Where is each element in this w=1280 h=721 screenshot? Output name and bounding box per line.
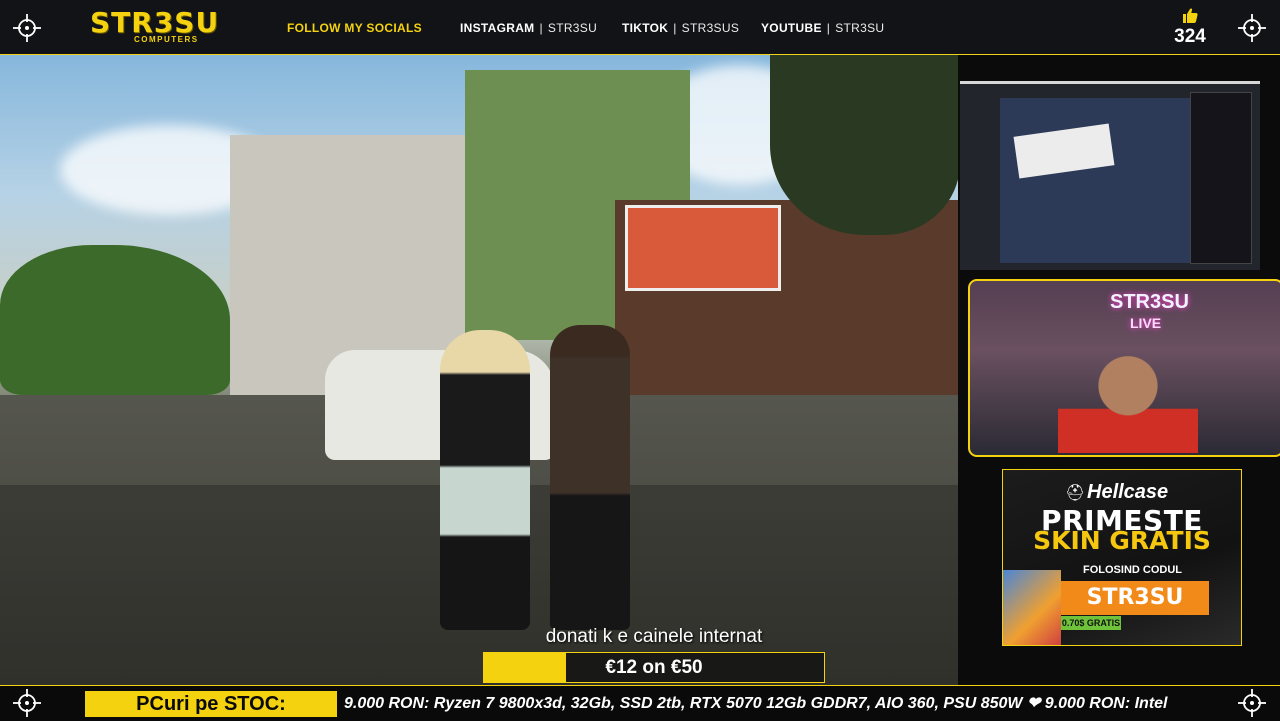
pc-case [1190, 92, 1252, 264]
helmet-icon: ⛑ [1065, 485, 1086, 502]
crosshair-icon [13, 689, 41, 717]
likes-count: 324 [1174, 26, 1206, 47]
neon-sign-live: LIVE [1130, 315, 1162, 331]
tree [770, 55, 958, 235]
stream-video [0, 55, 958, 685]
ticker-text: 9.000 RON: Ryzen 7 9800x3d, 32Gb, SSD 2t… [344, 695, 1168, 712]
bottom-ticker: PCuri pe STOC: 9.000 RON: Ryzen 7 9800x3… [0, 685, 1280, 721]
crosshair-icon [13, 14, 41, 42]
crosshair-icon [1238, 689, 1266, 717]
webcam-feed: STR3SU LIVE [968, 279, 1280, 457]
top-bar: STR3SU COMPUTERS FOLLOW MY SOCIALS INSTA… [0, 0, 1280, 55]
social-platform: TIKTOK [622, 21, 669, 35]
brand-logo: STR3SU COMPUTERS [90, 8, 240, 48]
desk-camera [960, 81, 1260, 270]
social-youtube[interactable]: YOUTUBE | STR3SU [761, 21, 884, 35]
sponsor-ad[interactable]: Hellcase ⛑ PRIMESTE SKIN GRATIS FOLOSIND… [1002, 469, 1242, 646]
goal-text: €12 on €50 [605, 657, 703, 678]
walking-person [440, 330, 530, 630]
streamer [1058, 341, 1198, 453]
donation-goal-bar: €12 on €50 [483, 652, 825, 683]
social-platform: INSTAGRAM [460, 21, 535, 35]
ad-artwork [1003, 570, 1061, 645]
social-platform: YOUTUBE [761, 21, 822, 35]
ticker-label: PCuri pe STOC: [85, 691, 337, 717]
likes-counter: 324 [1170, 8, 1210, 48]
logo-subtext: COMPUTERS [134, 35, 199, 44]
ad-instruction: FOLOSIND CODUL [1083, 564, 1182, 576]
social-tiktok[interactable]: TIKTOK | STR3SUS [622, 21, 739, 35]
tree [0, 245, 230, 395]
ad-brand: Hellcase [1087, 481, 1169, 503]
logo-text: STR3SU [90, 6, 220, 39]
thumbs-up-icon [1170, 8, 1210, 26]
ad-promo-code: STR3SU [1061, 581, 1209, 615]
separator: | [673, 21, 677, 35]
follow-label: FOLLOW MY SOCIALS [287, 21, 422, 35]
walking-person [550, 325, 630, 630]
separator: | [826, 21, 831, 35]
social-handle: STR3SUS [681, 21, 740, 35]
neon-sign: STR3SU [1110, 291, 1189, 313]
desk-mat [1000, 98, 1220, 263]
ad-subheadline: SKIN GRATIS [1033, 526, 1211, 555]
goal-caption: donati k e cainele internat [545, 626, 763, 647]
shop-sign [625, 205, 781, 291]
ad-bonus-badge: 0.70$ GRATIS [1061, 616, 1121, 630]
social-instagram[interactable]: INSTAGRAM | STR3SU [460, 21, 597, 35]
social-handle: STR3SU [547, 21, 598, 35]
social-handle: STR3SU [835, 21, 885, 35]
crosshair-icon [1238, 14, 1266, 42]
separator: | [539, 21, 543, 35]
